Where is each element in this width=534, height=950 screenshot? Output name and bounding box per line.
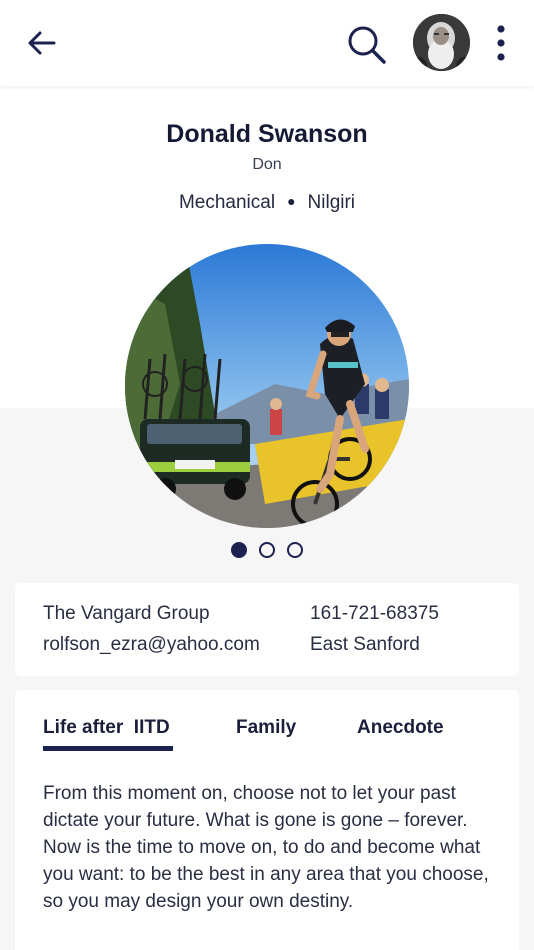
active-tab-indicator [43,746,173,751]
profile-photo-carousel[interactable] [125,244,409,528]
more-options-button[interactable] [490,22,512,64]
profile-meta: Mechanical ● Nilgiri [0,192,534,214]
phone-value[interactable]: 161-721-68375 [310,603,439,625]
story-card: Life after IITD Family Anecdote From thi… [15,690,519,950]
profile-nickname: Don [252,156,282,173]
tab-anecdote[interactable]: Anecdote [357,717,444,739]
top-app-bar [0,0,534,86]
avatar[interactable] [413,14,470,71]
separator-dot: ● [287,193,296,209]
carousel-dot-1[interactable] [231,542,247,558]
avatar-image [413,14,470,71]
arrow-left-icon [28,31,56,55]
carousel-dot-2[interactable] [259,542,275,558]
search-icon [348,26,386,64]
carousel-dot-3[interactable] [287,542,303,558]
company-value: The Vangard Group [43,603,210,624]
carousel-indicators [0,542,534,563]
search-button[interactable] [346,24,388,66]
story-text: From this moment on, choose not to let y… [43,783,489,912]
profile-name: Donald Swanson [166,120,368,148]
cyclist-photo [125,244,409,528]
more-vertical-icon [497,25,505,61]
tab-life-after-iitd[interactable]: Life after IITD [43,717,170,739]
back-button[interactable] [26,28,58,58]
email-value[interactable]: rolfson_ezra@yahoo.com [43,634,260,656]
location-value: East Sanford [310,634,420,655]
hostel-label: Nilgiri [307,192,356,213]
contact-info-card: The Vangard Group 161-721-68375 rolfson_… [15,583,519,676]
tab-family[interactable]: Family [236,717,296,739]
department-label: Mechanical [178,192,276,213]
